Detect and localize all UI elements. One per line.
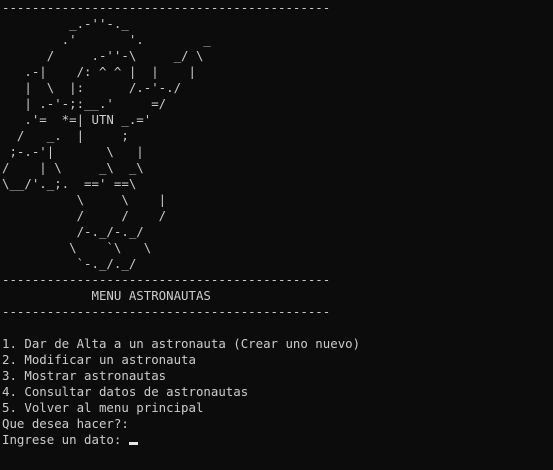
- menu-option-5: 5. Volver al menu principal: [2, 400, 204, 415]
- ascii-art-line: `-._/._/: [2, 256, 137, 271]
- separator-bottom: ----------------------------------------…: [2, 304, 331, 319]
- separator-mid: ----------------------------------------…: [2, 272, 331, 287]
- ascii-art-line: _.-''-._: [2, 16, 129, 31]
- menu-option-2: 2. Modificar un astronauta: [2, 352, 196, 367]
- text-cursor[interactable]: [128, 442, 138, 445]
- ascii-art-line: / .-''-\ _/ \: [2, 48, 204, 63]
- ascii-art-line: .' '. _: [2, 32, 211, 47]
- ascii-art-line: \ `\ \: [2, 240, 152, 255]
- input-prompt: Ingrese un dato:: [2, 432, 129, 447]
- menu-option-3: 3. Mostrar astronautas: [2, 368, 167, 383]
- ascii-art-line: ;-.-'| \ |: [2, 144, 144, 159]
- ascii-art-line: / _. | ;: [2, 128, 129, 143]
- ascii-art-line: | \ |: /.-'-./: [2, 80, 182, 95]
- ascii-art-line: \__/'._;. ==' ==\: [2, 176, 137, 191]
- input-line[interactable]: Ingrese un dato:: [2, 432, 553, 448]
- ascii-art-line: .-| /: ^ ^ | | |: [2, 64, 196, 79]
- separator-top: ----------------------------------------…: [2, 0, 331, 15]
- console-window[interactable]: ----------------------------------------…: [0, 0, 553, 470]
- prompt-question: Que desea hacer?:: [2, 416, 129, 431]
- astronaut-ascii-art: _.-''-._ .' '. _ / .-''-\ _/ \ .-| /: ^ …: [2, 16, 553, 272]
- menu-option-4: 4. Consultar datos de astronautas: [2, 384, 249, 399]
- ascii-art-line: .'= *=| UTN _.=': [2, 112, 152, 127]
- menu-option-1: 1. Dar de Alta a un astronauta (Crear un…: [2, 336, 361, 351]
- menu-title: MENU ASTRONAUTAS: [2, 288, 211, 303]
- ascii-art-line: \ \ |: [2, 192, 167, 207]
- ascii-art-line: | .-'-;:__.' =/: [2, 96, 167, 111]
- ascii-art-line: / | \ _\ _\: [2, 160, 144, 175]
- ascii-art-line: / / /: [2, 208, 167, 223]
- ascii-art-line: /-._/-._/: [2, 224, 144, 239]
- menu-options: 1. Dar de Alta a un astronauta (Crear un…: [2, 336, 553, 416]
